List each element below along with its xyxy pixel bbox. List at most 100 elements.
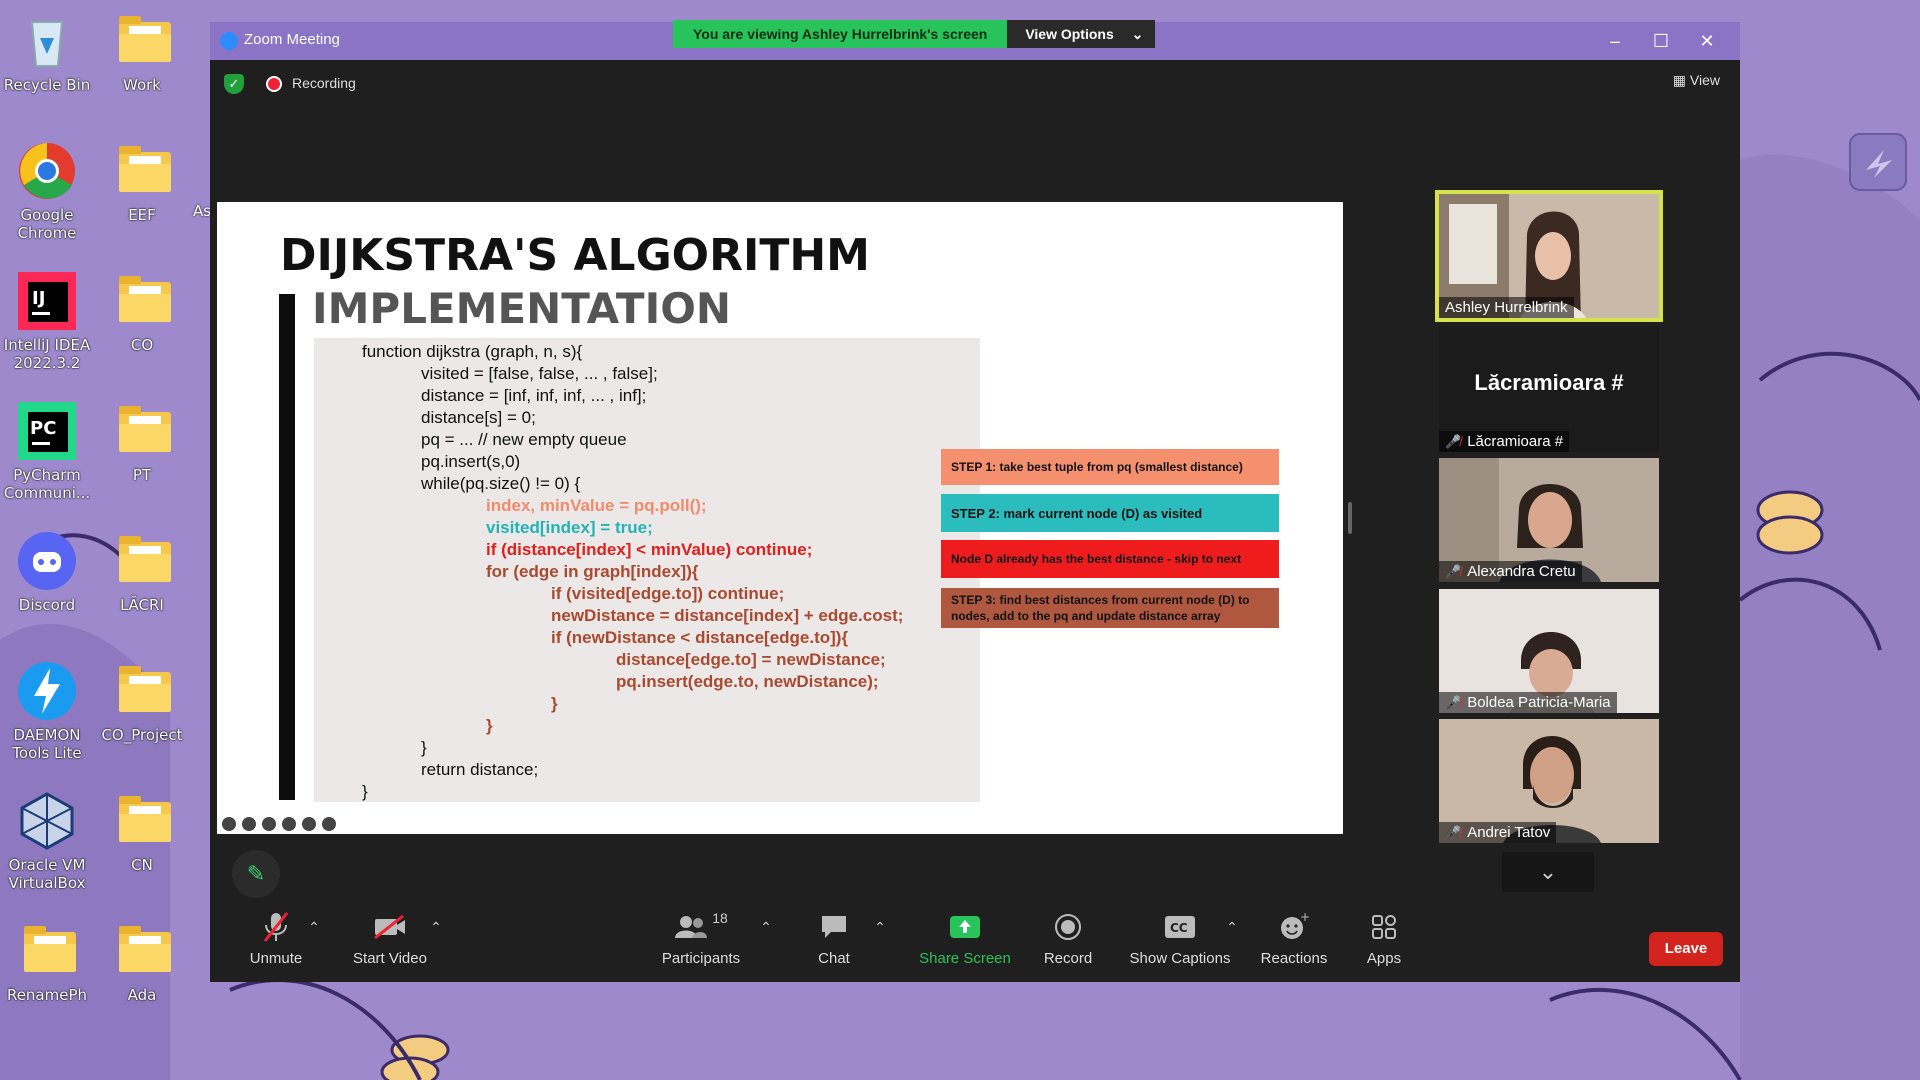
code-block: function dijkstra (graph, n, s){ visited… (314, 338, 980, 802)
chevron-down-icon: ⌄ (1131, 26, 1144, 42)
show-captions-label: Show Captions (1129, 950, 1231, 967)
intellij-icon: IJ (16, 270, 78, 332)
desktop-folder-lacri[interactable]: LĂCRI (96, 524, 188, 654)
desktop-icons-column-2: Work EEF CO PT LĂCRI CO_Project CN Ada (96, 4, 188, 1044)
share-screen-icon (949, 910, 981, 944)
desktop-icon-discord[interactable]: Discord (1, 524, 93, 654)
captions-icon[interactable] (262, 817, 276, 831)
participants-button[interactable]: 18 Participants (656, 910, 746, 967)
captions-options-caret[interactable]: ⌃ (1222, 910, 1242, 944)
participant-tile[interactable]: 🎤̸ Andrei Tatov (1439, 719, 1659, 843)
minimize-button[interactable]: – (1592, 26, 1638, 56)
view-button[interactable]: ▦ View (1673, 72, 1720, 89)
code-line: return distance; (421, 760, 539, 779)
recording-icon (266, 76, 282, 92)
pycharm-icon: PC (16, 400, 78, 462)
share-screen-button[interactable]: Share Screen (910, 910, 1020, 967)
audio-options-caret[interactable]: ⌃ (304, 910, 324, 944)
chat-label: Chat (818, 950, 850, 967)
next-slide-icon[interactable] (322, 817, 336, 831)
video-off-icon (373, 910, 407, 944)
start-video-button[interactable]: Start Video (340, 910, 440, 967)
desktop-folder-work[interactable]: Work (96, 4, 188, 134)
close-button[interactable]: ✕ (1684, 26, 1730, 56)
svg-text:PC: PC (30, 418, 56, 439)
code-line: } (362, 782, 368, 801)
svg-text:IJ: IJ (32, 288, 45, 309)
step-1-label: STEP 1: take best tuple from pq (smalles… (951, 460, 1243, 474)
more-icon[interactable] (302, 817, 316, 831)
desktop-folder-eef[interactable]: EEF (96, 134, 188, 264)
record-button[interactable]: Record (1033, 910, 1103, 967)
scroll-participants-down-icon[interactable]: ⌄ (1502, 852, 1594, 892)
view-options-button[interactable]: View Options ⌄ (1007, 20, 1156, 48)
participant-name: 🎤̸ Lăcramioara # (1439, 431, 1570, 452)
participant-tile[interactable]: 🎤̸ Alexandra Cretu (1439, 458, 1659, 582)
participants-icon: 18 (674, 910, 728, 944)
desktop-icon-virtualbox[interactable]: Oracle VM VirtualBox (1, 784, 93, 914)
desktop-folder-pt[interactable]: PT (96, 394, 188, 524)
annotate-pencil-icon[interactable]: ✎ (232, 850, 280, 898)
video-off-icon[interactable] (282, 817, 296, 831)
recording-label[interactable]: Recording (292, 75, 356, 91)
chevron-up-icon: ⌃ (308, 918, 320, 935)
recycle-bin-icon (16, 10, 78, 72)
step-3-box: STEP 3: find best distances from current… (941, 588, 1279, 628)
desktop-folder-co-project[interactable]: CO_Project (96, 654, 188, 784)
pen-icon[interactable] (242, 817, 256, 831)
desktop-folder-cn[interactable]: CN (96, 784, 188, 914)
leave-button[interactable]: Leave (1649, 932, 1723, 966)
zoom-window: Zoom Meeting You are viewing Ashley Hurr… (210, 20, 1740, 982)
unmute-button[interactable]: Unmute (238, 910, 314, 967)
participants-options-caret[interactable]: ⌃ (756, 910, 776, 944)
code-line: visited[index] = true; (486, 518, 653, 537)
code-line: function dijkstra (graph, n, s){ (362, 342, 583, 361)
panel-divider[interactable] (1348, 502, 1352, 534)
folder-icon (111, 10, 173, 72)
step-1-box: STEP 1: take best tuple from pq (smalles… (941, 449, 1279, 485)
chat-icon (819, 910, 849, 944)
participant-name: 🎤̸ Andrei Tatov (1439, 822, 1557, 843)
prev-slide-icon[interactable] (222, 817, 236, 831)
folder-icon (111, 400, 173, 462)
desktop-folder-co[interactable]: CO (96, 264, 188, 394)
chat-options-caret[interactable]: ⌃ (870, 910, 890, 944)
code-line: pq.insert(s,0) (421, 452, 521, 471)
chevron-up-icon: ⌃ (430, 918, 442, 935)
reactions-label: Reactions (1260, 950, 1328, 967)
video-options-caret[interactable]: ⌃ (426, 910, 446, 944)
code-line: pq = ... // new empty queue (421, 430, 627, 449)
reactions-icon: + (1279, 910, 1309, 944)
desktop-icon-recycle-bin[interactable]: Recycle Bin (1, 4, 93, 134)
apps-button[interactable]: Apps (1354, 910, 1414, 967)
grid-icon: ▦ (1672, 72, 1687, 88)
slide-title: DIJKSTRA'S ALGORITHM (280, 230, 870, 281)
folder-icon (111, 660, 173, 722)
shared-screen: DIJKSTRA'S ALGORITHM IMPLEMENTATION func… (217, 202, 1343, 834)
desktop-icon-renameph[interactable]: RenamePh (1, 914, 93, 1044)
desktop-icon-daemon-tools[interactable]: DAEMON Tools Lite (1, 654, 93, 784)
window-title: Zoom Meeting (244, 31, 340, 48)
desktop-icon-pycharm[interactable]: PC PyCharm Communi... (1, 394, 93, 524)
mic-muted-icon: 🎤̸ (1445, 694, 1462, 710)
folder-icon (111, 920, 173, 982)
mic-muted-icon (261, 910, 291, 944)
participant-placeholder-name: Lăcramioara # (1474, 370, 1624, 395)
code-line: } (551, 694, 558, 713)
chat-button[interactable]: Chat (804, 910, 864, 967)
desktop-folder-ada[interactable]: Ada (96, 914, 188, 1044)
participant-tile[interactable]: Lăcramioara # 🎤̸ Lăcramioara # (1439, 326, 1659, 452)
security-shield-icon[interactable]: ✓ (224, 74, 244, 94)
code-line: distance[s] = 0; (421, 408, 536, 427)
desktop-icon-google-chrome[interactable]: Google Chrome (1, 134, 93, 264)
unmute-label: Unmute (249, 950, 303, 967)
participant-tile[interactable]: 🎤̸ Boldea Patricia-Maria (1439, 589, 1659, 713)
svg-text:CC: CC (1170, 921, 1188, 935)
show-captions-button[interactable]: CC Show Captions (1125, 910, 1235, 967)
participant-tile-active[interactable]: Ashley Hurrelbrink (1435, 190, 1663, 322)
discord-icon (16, 530, 78, 592)
reactions-button[interactable]: + Reactions (1254, 910, 1334, 967)
step-2-label: STEP 2: mark current node (D) as visited (951, 505, 1203, 521)
desktop-icon-intellij[interactable]: IJ IntelliJ IDEA 2022.3.2 (1, 264, 93, 394)
maximize-button[interactable]: ☐ (1638, 26, 1684, 56)
